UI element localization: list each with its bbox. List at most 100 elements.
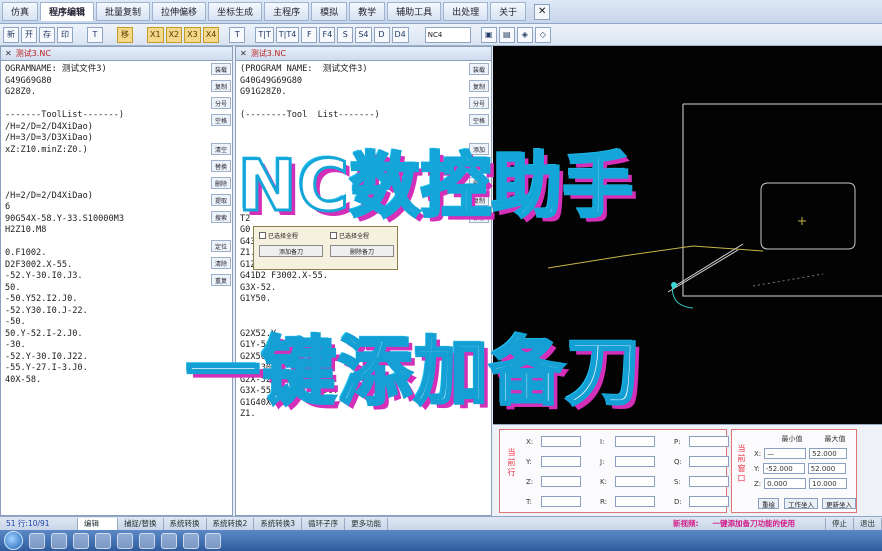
menu-item-post[interactable]: 出处理 xyxy=(443,2,489,21)
y-min-field[interactable]: -52.000 xyxy=(762,463,805,474)
code-line[interactable]: D2F3002.X-55. xyxy=(5,260,205,272)
axis-value-field[interactable] xyxy=(541,456,581,467)
code-line[interactable]: (PROGRAM NAME: 测试文件3) xyxy=(240,64,462,76)
move-button[interactable]: 移 xyxy=(117,26,133,43)
axis-value-field[interactable] xyxy=(541,436,581,447)
f-button[interactable]: F xyxy=(301,26,318,43)
s4-button[interactable]: S4 xyxy=(355,26,372,43)
close-tab-icon[interactable]: ✕ xyxy=(240,49,247,58)
x3-button[interactable]: X3 xyxy=(184,26,201,43)
work-coord-button[interactable]: 工作坐入 xyxy=(784,498,818,509)
code-line[interactable]: 90G54X-58.Y-33.S10000M3 xyxy=(5,214,205,226)
close-tab-icon[interactable]: ✕ xyxy=(5,49,12,58)
menu-item-program-edit[interactable]: 程序编辑 xyxy=(40,2,95,21)
side-button[interactable]: 分号 xyxy=(211,97,231,109)
side-button[interactable]: 分号 xyxy=(469,97,489,109)
menu-item-stretch-offset[interactable]: 拉伸偏移 xyxy=(152,2,207,21)
axis-value-field[interactable] xyxy=(689,496,729,507)
delete-backup-tool-button[interactable]: 删除备刀 xyxy=(330,245,394,257)
code-line[interactable]: 6 xyxy=(5,202,205,214)
status-tab[interactable]: 循环子序 xyxy=(302,517,346,530)
code-line[interactable]: -55.Y-27.I-3.J0. xyxy=(5,363,205,375)
axis-value-field[interactable] xyxy=(615,456,655,467)
side-button[interactable]: 替换 xyxy=(211,160,231,172)
code-line[interactable] xyxy=(240,99,462,111)
f4-button[interactable]: F4 xyxy=(319,26,336,43)
open-file-button[interactable]: 开 xyxy=(21,26,37,43)
axis-value-field[interactable] xyxy=(541,496,581,507)
status-tab[interactable]: 更多功能 xyxy=(345,517,389,530)
s-button[interactable]: S xyxy=(337,26,354,43)
menu-item-sim[interactable]: 模拟 xyxy=(311,2,348,21)
print-button[interactable]: 印 xyxy=(57,26,73,43)
mid-code-area[interactable]: (PROGRAM NAME: 测试文件3) G40G49G69G80 G91G28Z… xyxy=(236,61,466,513)
mid-editor-tab[interactable]: 测试3.NC xyxy=(251,48,286,59)
code-line[interactable]: -50.Y52.I2.J0. xyxy=(5,294,205,306)
side-button[interactable]: 删除 xyxy=(211,177,231,189)
side-button[interactable]: 清除 xyxy=(211,257,231,269)
code-line[interactable] xyxy=(5,168,205,180)
save-file-button[interactable]: 存 xyxy=(39,26,55,43)
code-line[interactable] xyxy=(5,179,205,191)
nc-format-select[interactable]: NC4 xyxy=(424,26,471,43)
axis-value-field[interactable] xyxy=(689,476,729,487)
code-line[interactable] xyxy=(5,156,205,168)
menu-item-teach[interactable]: 教学 xyxy=(349,2,386,21)
app-icon[interactable] xyxy=(117,532,133,549)
side-button[interactable]: 定位 xyxy=(211,240,231,252)
axis-value-field[interactable] xyxy=(541,476,581,487)
code-line[interactable]: /H=3/D=3/D3XiDao) xyxy=(5,133,205,145)
x2-button[interactable]: X2 xyxy=(165,26,183,43)
tt-button[interactable]: T|T xyxy=(255,26,274,43)
stop-button[interactable]: 停止 xyxy=(825,517,854,530)
x-min-field[interactable]: — xyxy=(764,448,807,459)
menu-item-simulate[interactable]: 仿真 xyxy=(2,2,39,21)
code-line[interactable]: -52.Y-30.I0.J22. xyxy=(5,352,205,364)
exit-button[interactable]: 退出 xyxy=(854,517,882,530)
status-tab[interactable]: 系统转换 xyxy=(164,517,207,530)
axis-value-field[interactable] xyxy=(615,496,655,507)
code-line[interactable]: 40X-58. xyxy=(5,375,205,387)
code-line[interactable]: -52.Y30.I0.J-22. xyxy=(5,306,205,318)
nc-app-icon[interactable] xyxy=(161,532,177,549)
d-button[interactable]: D xyxy=(373,26,390,43)
folder-icon[interactable] xyxy=(95,532,111,549)
side-button[interactable]: 复制 xyxy=(469,80,489,92)
left-editor-tab[interactable]: 测试3.NC xyxy=(16,48,51,59)
code-line[interactable]: 0.F1002. xyxy=(5,248,205,260)
explorer-icon[interactable] xyxy=(29,532,45,549)
status-tab[interactable]: 捕捉/替换 xyxy=(118,517,164,530)
side-button[interactable]: 装载 xyxy=(211,63,231,75)
code-line[interactable]: -50. xyxy=(5,317,205,329)
t-button[interactable]: T xyxy=(229,26,246,43)
axis-value-field[interactable] xyxy=(615,476,655,487)
d4-button[interactable]: D4 xyxy=(391,26,409,43)
side-button[interactable]: 空格 xyxy=(211,114,231,126)
code-line[interactable]: (--------Tool List-------) xyxy=(240,110,462,122)
code-line[interactable]: G91G28Z0. xyxy=(240,87,462,99)
code-line[interactable]: G49G69G80 xyxy=(5,76,205,88)
view-top-icon[interactable]: ▤ xyxy=(498,26,515,43)
x1-button[interactable]: X1 xyxy=(147,26,164,43)
code-line[interactable]: /H=2/D=2/D4XiDao) xyxy=(5,122,205,134)
y-max-field[interactable]: 52.000 xyxy=(807,463,846,474)
update-coord-button[interactable]: 更新坐入 xyxy=(822,498,856,509)
menu-item-main-program[interactable]: 主程序 xyxy=(264,2,310,21)
code-line[interactable] xyxy=(5,99,205,111)
axis-value-field[interactable] xyxy=(689,436,729,447)
add-backup-tool-button[interactable]: 添加备刀 xyxy=(259,245,323,257)
axis-value-field[interactable] xyxy=(615,436,655,447)
side-button[interactable]: 重复 xyxy=(211,274,231,286)
status-tab[interactable]: 系统转换3 xyxy=(254,517,303,530)
code-line[interactable]: 50. xyxy=(5,283,205,295)
axis-value-field[interactable] xyxy=(689,456,729,467)
close-icon[interactable]: ✕ xyxy=(534,3,551,20)
new-file-button[interactable]: 新 xyxy=(3,26,19,43)
code-line[interactable]: xZ:Z10.minZ:Z0.) xyxy=(5,145,205,157)
tt4-button[interactable]: T|T4 xyxy=(275,26,300,43)
side-button[interactable]: 复制 xyxy=(211,80,231,92)
code-line[interactable]: H2Z10.M8 xyxy=(5,225,205,237)
side-button[interactable]: 搜索 xyxy=(211,211,231,223)
menu-item-tools[interactable]: 辅助工具 xyxy=(387,2,442,21)
status-tab[interactable]: 系统转换2 xyxy=(207,517,255,530)
